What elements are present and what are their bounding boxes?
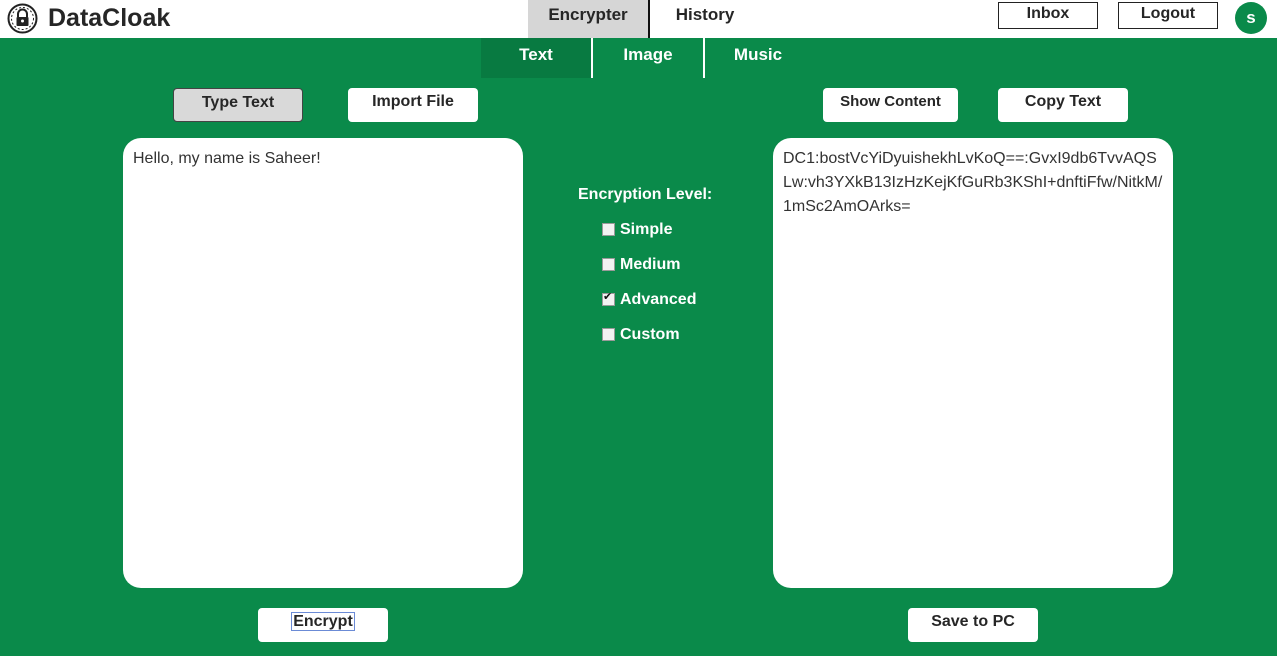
tab-music[interactable]: Music [705, 38, 811, 78]
inbox-button[interactable]: Inbox [998, 2, 1098, 29]
copy-text-button[interactable]: Copy Text [998, 88, 1128, 122]
option-advanced[interactable]: Advanced [602, 290, 697, 309]
top-bar: DataCloak Encrypter History Inbox Logout… [0, 0, 1277, 38]
logout-button[interactable]: Logout [1118, 2, 1218, 29]
type-text-button[interactable]: Type Text [173, 88, 303, 122]
plaintext-input[interactable]: Hello, my name is Saheer! [123, 138, 523, 588]
ciphertext-output[interactable]: DC1:bostVcYiDyuishekhLvKoQ==:GvxI9db6Tvv… [773, 138, 1173, 588]
option-label: Simple [620, 221, 673, 238]
save-to-pc-button[interactable]: Save to PC [908, 608, 1038, 642]
checkbox-medium[interactable] [602, 258, 615, 271]
nav-tab-history[interactable]: History [650, 0, 760, 38]
show-content-button[interactable]: Show Content [823, 88, 958, 122]
tab-image[interactable]: Image [593, 38, 703, 78]
lock-globe-icon [7, 3, 38, 34]
import-file-button[interactable]: Import File [348, 88, 478, 122]
option-custom[interactable]: Custom [602, 326, 680, 344]
avatar[interactable]: s [1235, 2, 1267, 34]
option-label: Advanced [620, 291, 697, 308]
encrypt-button[interactable]: Encrypt [258, 608, 388, 642]
option-label: Custom [620, 326, 680, 343]
option-medium[interactable]: Medium [602, 256, 680, 274]
checkbox-simple[interactable] [602, 223, 615, 236]
checkbox-advanced[interactable] [602, 290, 615, 306]
nav-tab-encrypter[interactable]: Encrypter [528, 0, 648, 38]
encrypt-label: Encrypt [291, 612, 355, 631]
tab-text[interactable]: Text [481, 38, 591, 78]
encryption-level-label: Encryption Level: [578, 186, 713, 203]
option-simple[interactable]: Simple [602, 221, 672, 239]
option-label: Medium [620, 256, 681, 273]
checkbox-custom[interactable] [602, 328, 615, 341]
app-title: DataCloak [48, 4, 171, 32]
